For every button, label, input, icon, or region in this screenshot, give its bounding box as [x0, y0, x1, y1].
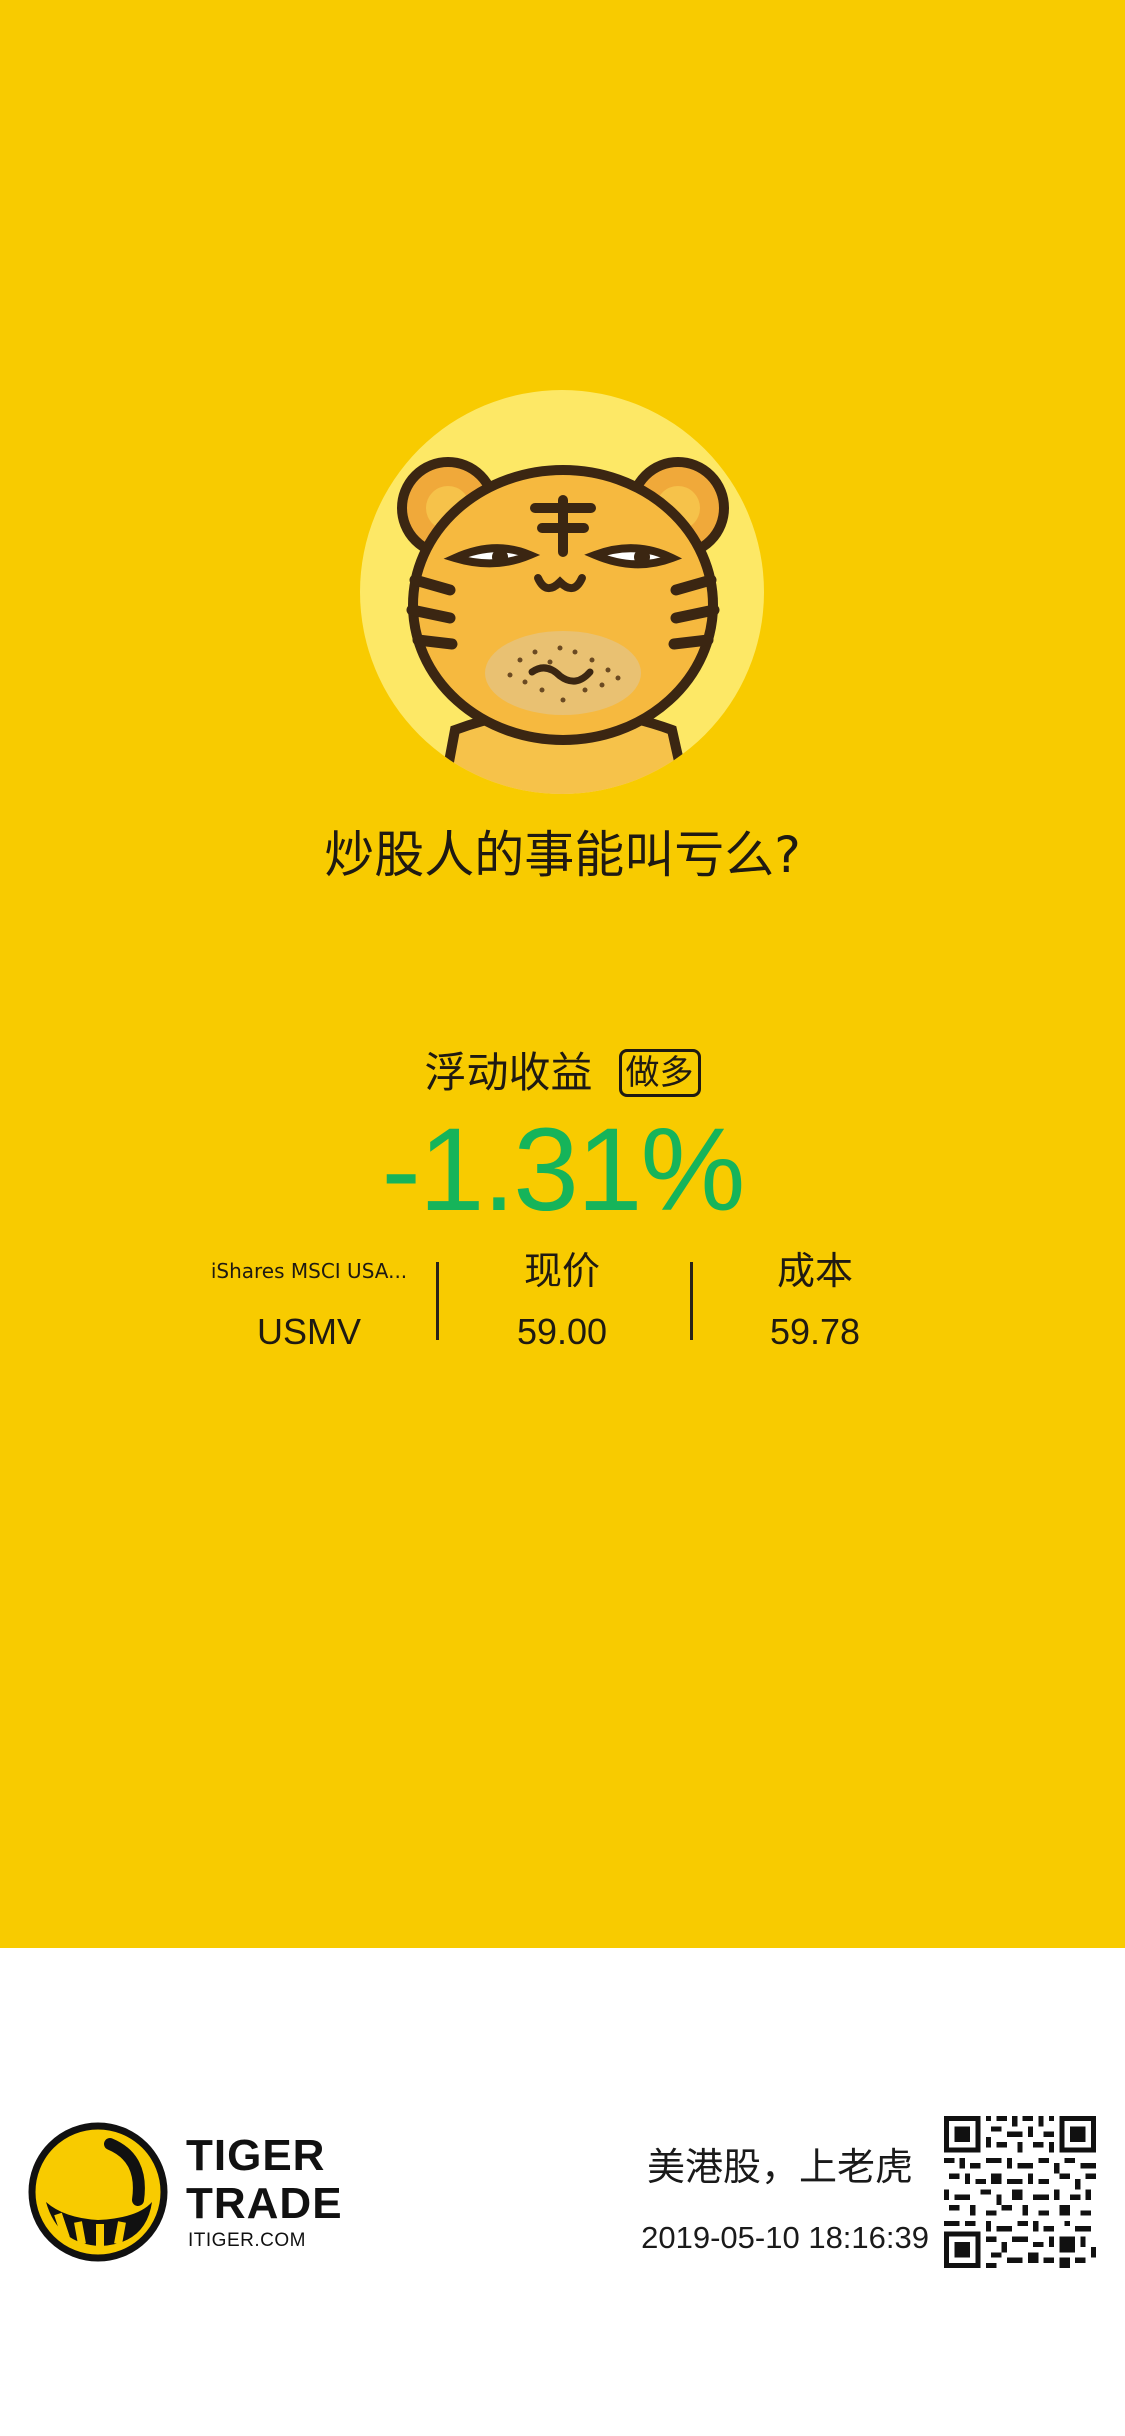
price-value: 59.00 [516, 1311, 608, 1352]
price-column: 现价 59.00 [437, 1245, 687, 1359]
pnl-value: -1.31% [381, 1104, 746, 1236]
cost-column: 成本 59.78 [690, 1245, 940, 1359]
brand-name: TIGER TRADE [186, 2132, 343, 2228]
qr-code-icon [944, 2116, 1096, 2268]
tiger-trade-logo-icon [28, 2122, 168, 2262]
security-name: iShares MSCI USA... [210, 1259, 408, 1283]
brand-line-1: TIGER [186, 2131, 326, 2180]
price-label: 现价 [523, 1249, 600, 1293]
timestamp: 2019-05-10 18:16:39 [641, 2220, 929, 2255]
security-column: iShares MSCI USA... USMV [184, 1245, 434, 1359]
share-card: 炒股人的事能叫亏么? 浮动收益 做多 -1.31% iShares MSCI U… [0, 0, 1125, 1948]
pnl-label-row: 浮动收益 做多 [0, 1045, 1125, 1101]
ticker-symbol: USMV [256, 1311, 361, 1352]
cost-label: 成本 [776, 1249, 853, 1293]
position-badge: 做多 [618, 1049, 701, 1097]
headline: 炒股人的事能叫亏么? [324, 826, 801, 884]
brand-url: ITIGER.COM [188, 2230, 306, 2251]
pnl-label: 浮动收益 [424, 1048, 593, 1097]
tiger-mascot-icon [360, 390, 765, 795]
slogan: 美港股，上老虎 [646, 2145, 913, 2189]
cost-value: 59.78 [769, 1311, 861, 1352]
brand-line-2: TRADE [186, 2179, 343, 2228]
